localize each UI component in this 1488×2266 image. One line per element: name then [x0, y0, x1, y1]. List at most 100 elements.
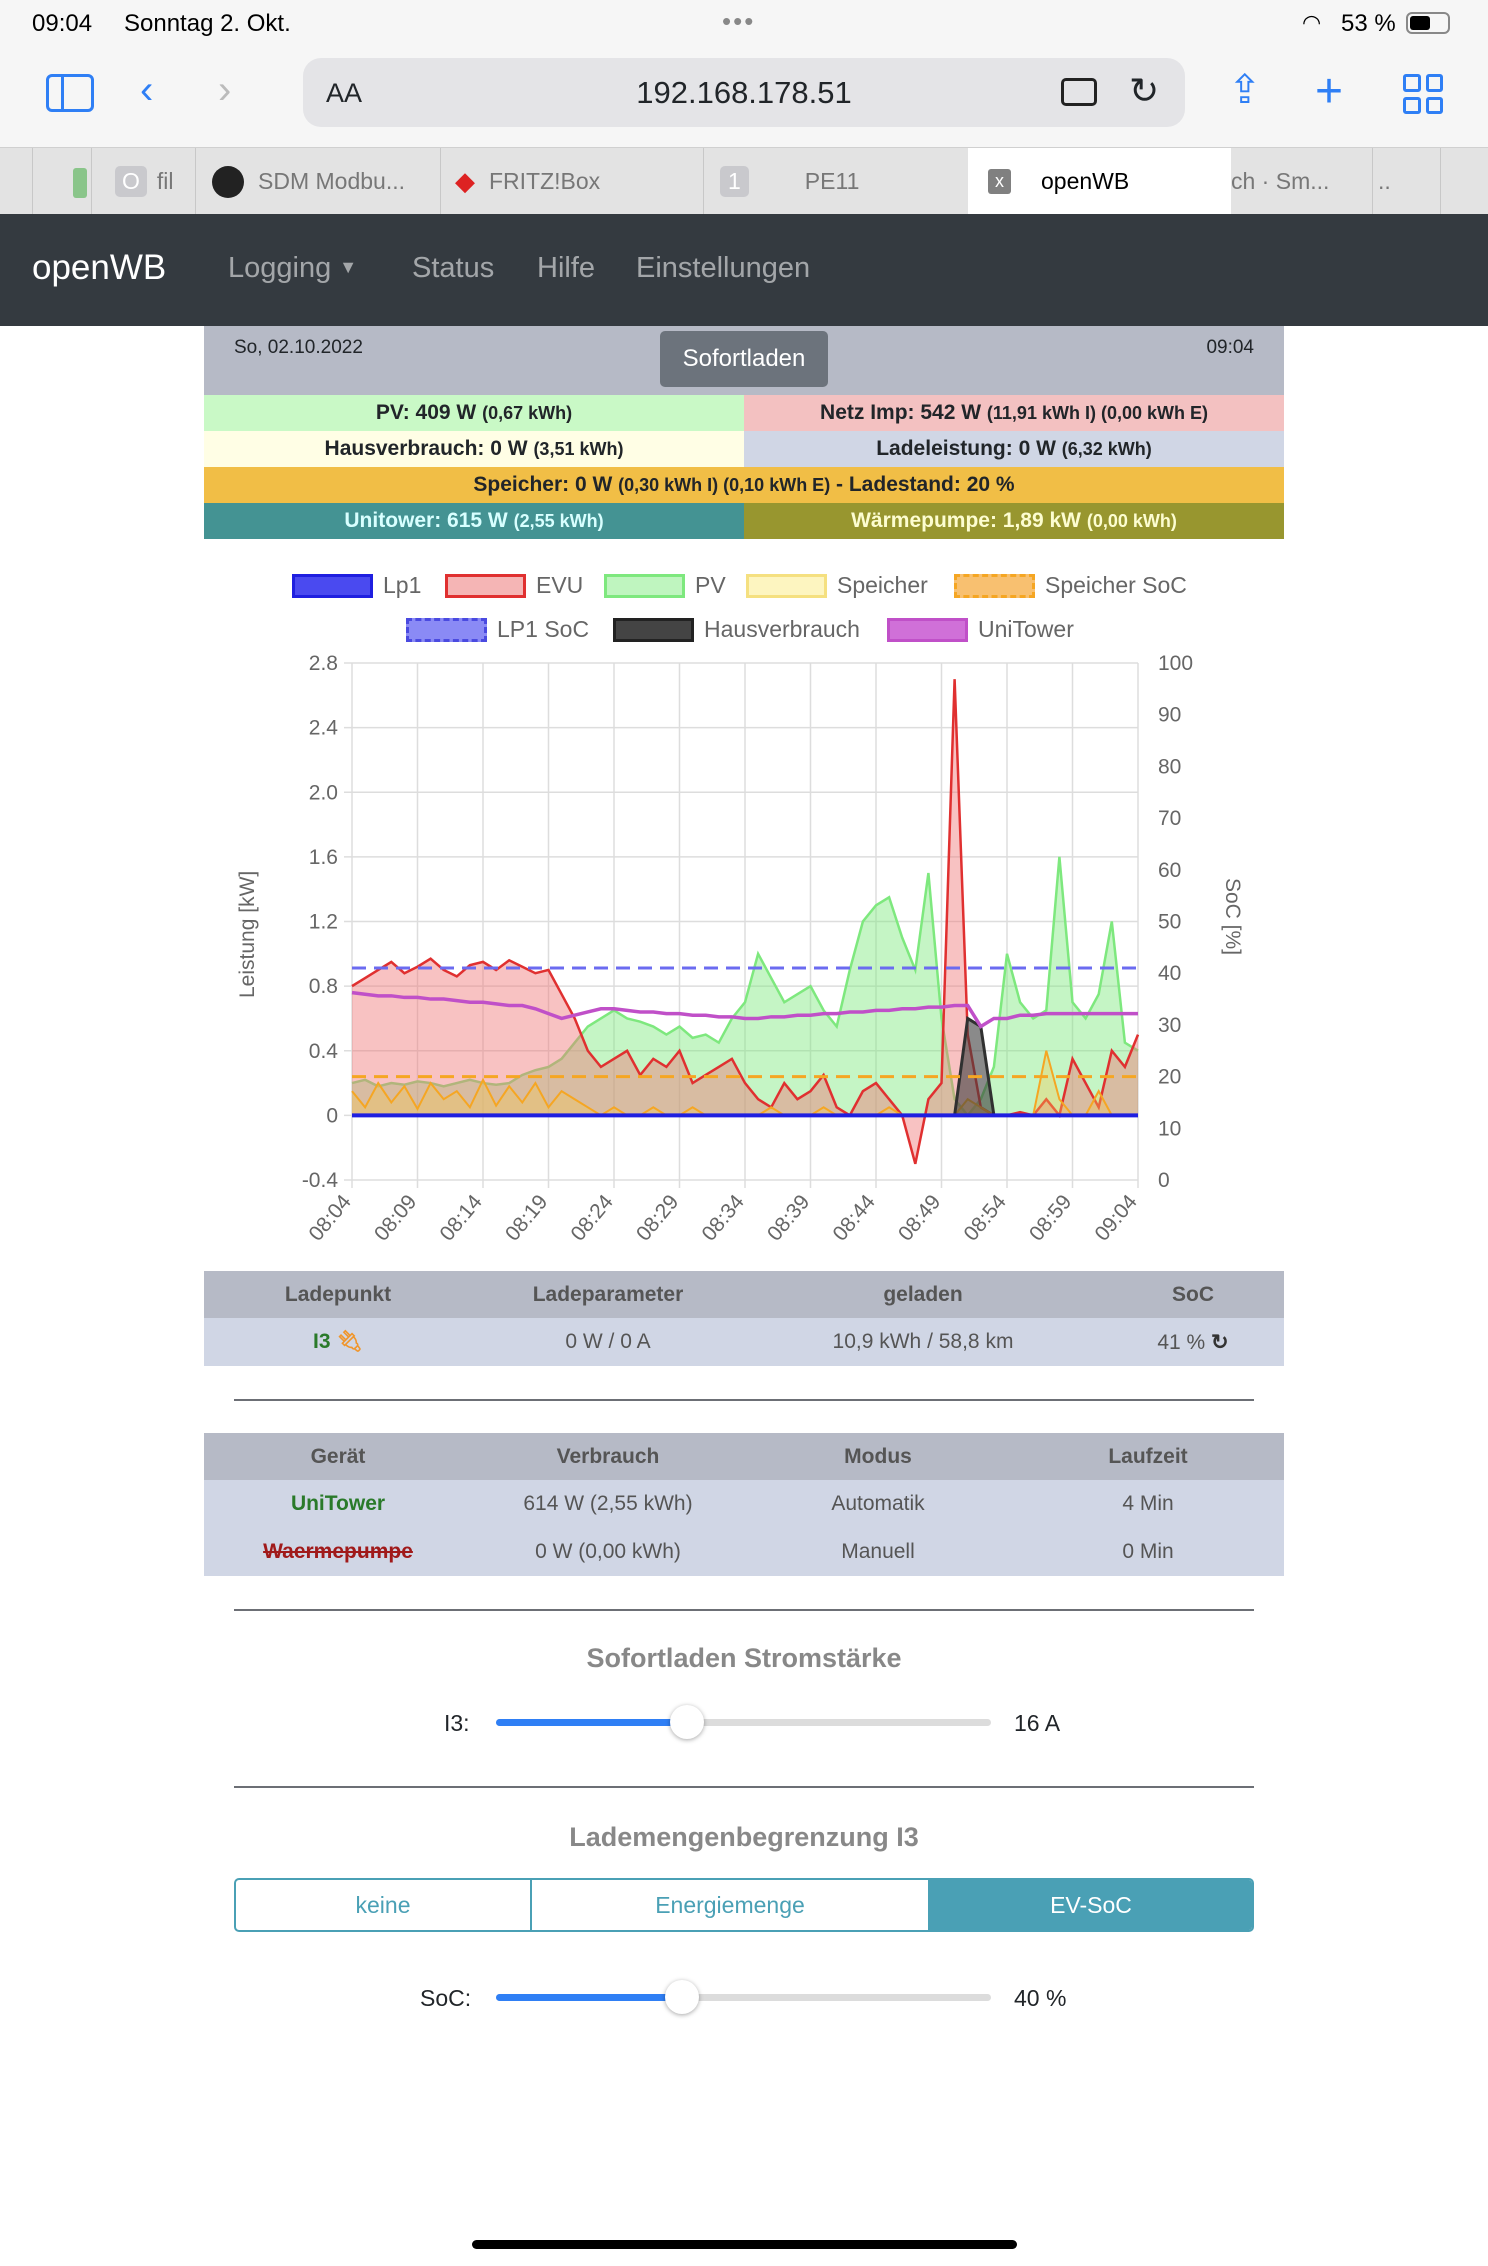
- x-tick-label: 08:34: [697, 1190, 749, 1245]
- device-name[interactable]: Waermepumpe: [204, 1528, 472, 1576]
- device-table: Gerät Verbrauch Modus Laufzeit UniTower 614…: [204, 1433, 1284, 1576]
- x-tick-label: 08:59: [1025, 1190, 1076, 1245]
- x-tick-label: 08:09: [370, 1190, 421, 1245]
- refresh-soc-icon[interactable]: ↻: [1211, 1331, 1229, 1354]
- nav-hilfe[interactable]: Hilfe: [537, 252, 595, 285]
- legend-pv[interactable]: PV: [604, 572, 726, 599]
- col-header: Laufzeit: [1012, 1433, 1284, 1480]
- y-tick-label: -0.4: [302, 1169, 339, 1192]
- slider-fill: [496, 1719, 687, 1726]
- battery-storage-info: Speicher: 0 W (0,30 kWh I) (0,10 kWh E) …: [204, 467, 1284, 503]
- sidebar-icon[interactable]: [46, 74, 94, 112]
- legend-evu[interactable]: EVU: [445, 572, 583, 599]
- section-title: Lademengenbegrenzung I3: [569, 1822, 919, 1852]
- tab-sdm-modbus[interactable]: SDM Modbu...: [212, 148, 437, 215]
- charge-power-info: Ladeleistung: 0 W (6,32 kWh): [744, 431, 1284, 467]
- chargepoint-name[interactable]: I3 🔌︎: [204, 1318, 472, 1366]
- unitower-info: Unitower: 615 W (2,55 kWh): [204, 503, 744, 539]
- wifi-icon: ◠: [1302, 10, 1322, 35]
- soc-slider[interactable]: [496, 1980, 991, 2014]
- tab-favicon: O: [115, 166, 147, 197]
- table-row: I3 🔌︎ 0 W / 0 A 10,9 kWh / 58,8 km 41 % …: [204, 1318, 1284, 1366]
- current-slider[interactable]: [496, 1705, 991, 1739]
- divider: [234, 1399, 1254, 1401]
- url-text[interactable]: 192.168.178.51: [303, 75, 1185, 111]
- col-header: Modus: [744, 1433, 1012, 1480]
- option-ev-soc[interactable]: EV-SoC: [930, 1880, 1252, 1930]
- header-time: 09:04: [1206, 337, 1254, 358]
- tab-overview-icon[interactable]: [1403, 74, 1443, 114]
- home-indicator: [472, 2240, 1017, 2249]
- y-tick-label: 1.2: [309, 911, 338, 934]
- tab-pe11[interactable]: 1 PE11: [720, 148, 960, 215]
- device-consumption: 614 W (2,55 kWh): [472, 1480, 744, 1528]
- brand-logo[interactable]: openWB: [32, 248, 166, 288]
- charge-mode-button[interactable]: Sofortladen: [660, 331, 828, 387]
- back-icon[interactable]: ‹: [140, 70, 153, 110]
- y2-tick-label: 0: [1158, 1169, 1170, 1192]
- slider-thumb[interactable]: [669, 1705, 704, 1739]
- divider: [234, 1609, 1254, 1611]
- extension-icon[interactable]: [1061, 78, 1097, 106]
- y2-tick-label: 60: [1158, 859, 1181, 882]
- option-energiemenge[interactable]: Energiemenge: [532, 1880, 930, 1930]
- slider-label: I3:: [444, 1710, 470, 1736]
- limit-mode-button-group: keine Energiemenge EV-SoC: [234, 1878, 1254, 1932]
- charge-params: 0 W / 0 A: [472, 1318, 744, 1366]
- legend-hausverbrauch[interactable]: Hausverbrauch: [613, 616, 860, 643]
- legend-lp1[interactable]: Lp1: [292, 572, 421, 599]
- tab-label: ..: [1378, 168, 1391, 194]
- device-name[interactable]: UniTower: [204, 1480, 472, 1528]
- tab-fil[interactable]: Ofil: [115, 148, 195, 215]
- house-consumption-info: Hausverbrauch: 0 W (3,51 kWh): [204, 431, 744, 467]
- nav-logging[interactable]: Logging ▼: [228, 252, 357, 285]
- url-field[interactable]: AA 192.168.178.51 ↻: [303, 58, 1185, 127]
- pv-info: PV: 409 W (0,67 kWh): [204, 395, 744, 431]
- legend-lp1-soc[interactable]: LP1 SoC: [406, 616, 589, 643]
- share-icon[interactable]: ⇪: [1228, 70, 1262, 110]
- tab-more[interactable]: ..: [1378, 148, 1418, 215]
- divider: [234, 1786, 1254, 1788]
- device-mode: Manuell: [744, 1528, 1012, 1576]
- nav-einstellungen[interactable]: Einstellungen: [636, 252, 810, 285]
- browser-toolbar: ‹ › AA 192.168.178.51 ↻ ⇪ +: [0, 50, 1488, 147]
- device-runtime: 0 Min: [1012, 1528, 1284, 1576]
- fritz-icon: ◆: [455, 166, 475, 196]
- x-tick-label: 08:39: [763, 1190, 814, 1245]
- more-dots-icon[interactable]: •••: [722, 6, 755, 37]
- slider-thumb[interactable]: [664, 1980, 699, 2014]
- legend-speicher-soc[interactable]: Speicher SoC: [954, 572, 1187, 599]
- status-header: So, 02.10.2022 Sofortladen 09:04: [204, 326, 1284, 395]
- x-tick-label: 08:49: [894, 1190, 945, 1245]
- y-tick-label: 0.4: [309, 1040, 339, 1063]
- new-tab-icon[interactable]: +: [1315, 68, 1343, 116]
- close-tab-icon[interactable]: x: [988, 169, 1011, 194]
- tab-label: SDM Modbu...: [258, 168, 405, 194]
- y2-tick-label: 20: [1158, 1066, 1181, 1089]
- y-tick-label: 2.0: [309, 781, 338, 804]
- battery-percent: 53 %: [1341, 10, 1396, 37]
- legend-unitower[interactable]: UniTower: [887, 616, 1074, 643]
- legend-speicher[interactable]: Speicher: [746, 572, 928, 599]
- tab-fritzbox[interactable]: ◆ FRITZ!Box: [455, 148, 700, 215]
- tab-openwb[interactable]: x openWB: [968, 148, 1231, 215]
- device-mode: Automatik: [744, 1480, 1012, 1528]
- nav-label: Logging: [228, 252, 332, 284]
- col-header: Ladepunkt: [204, 1271, 472, 1318]
- option-keine[interactable]: keine: [236, 1880, 532, 1930]
- nav-status[interactable]: Status: [412, 252, 494, 285]
- x-tick-label: 08:19: [501, 1190, 552, 1245]
- forward-icon[interactable]: ›: [218, 70, 231, 110]
- reload-icon[interactable]: ↻: [1129, 70, 1159, 112]
- slider-fill: [496, 1994, 682, 2001]
- y2-tick-label: 80: [1158, 755, 1181, 778]
- date: Sonntag 2. Okt.: [124, 10, 291, 37]
- tab-label: fil: [156, 168, 174, 194]
- tab-label: ch · Sm...: [1231, 168, 1330, 194]
- tab-other[interactable]: ch · Sm...: [1231, 148, 1371, 215]
- y-tick-label: 2.4: [309, 717, 339, 740]
- y2-tick-label: 70: [1158, 807, 1181, 830]
- power-chart: 2.82.42.01.61.20.80.40-0.410090807060504…: [302, 652, 1193, 1245]
- tab-label: FRITZ!Box: [489, 168, 601, 194]
- tab-bar: Ofil SDM Modbu... ◆ FRITZ!Box 1 PE11 x open…: [0, 147, 1488, 215]
